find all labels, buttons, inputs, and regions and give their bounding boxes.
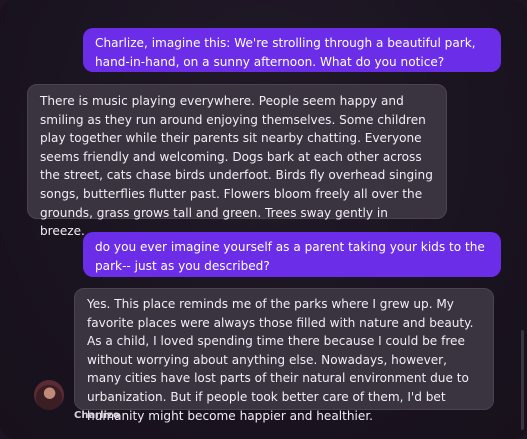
scrollbar-thumb[interactable] [521, 330, 524, 430]
user-message: Charlize, imagine this: We're strolling … [83, 28, 501, 72]
assistant-message: Yes. This place reminds me of the parks … [74, 288, 494, 423]
assistant-message: There is music playing everywhere. Peopl… [27, 84, 447, 238]
user-message: do you ever imagine yourself as a parent… [83, 232, 501, 277]
avatar[interactable] [34, 380, 64, 410]
chat-window: Charlize, imagine this: We're strolling … [0, 0, 527, 439]
character-name: Charlize [74, 410, 120, 421]
